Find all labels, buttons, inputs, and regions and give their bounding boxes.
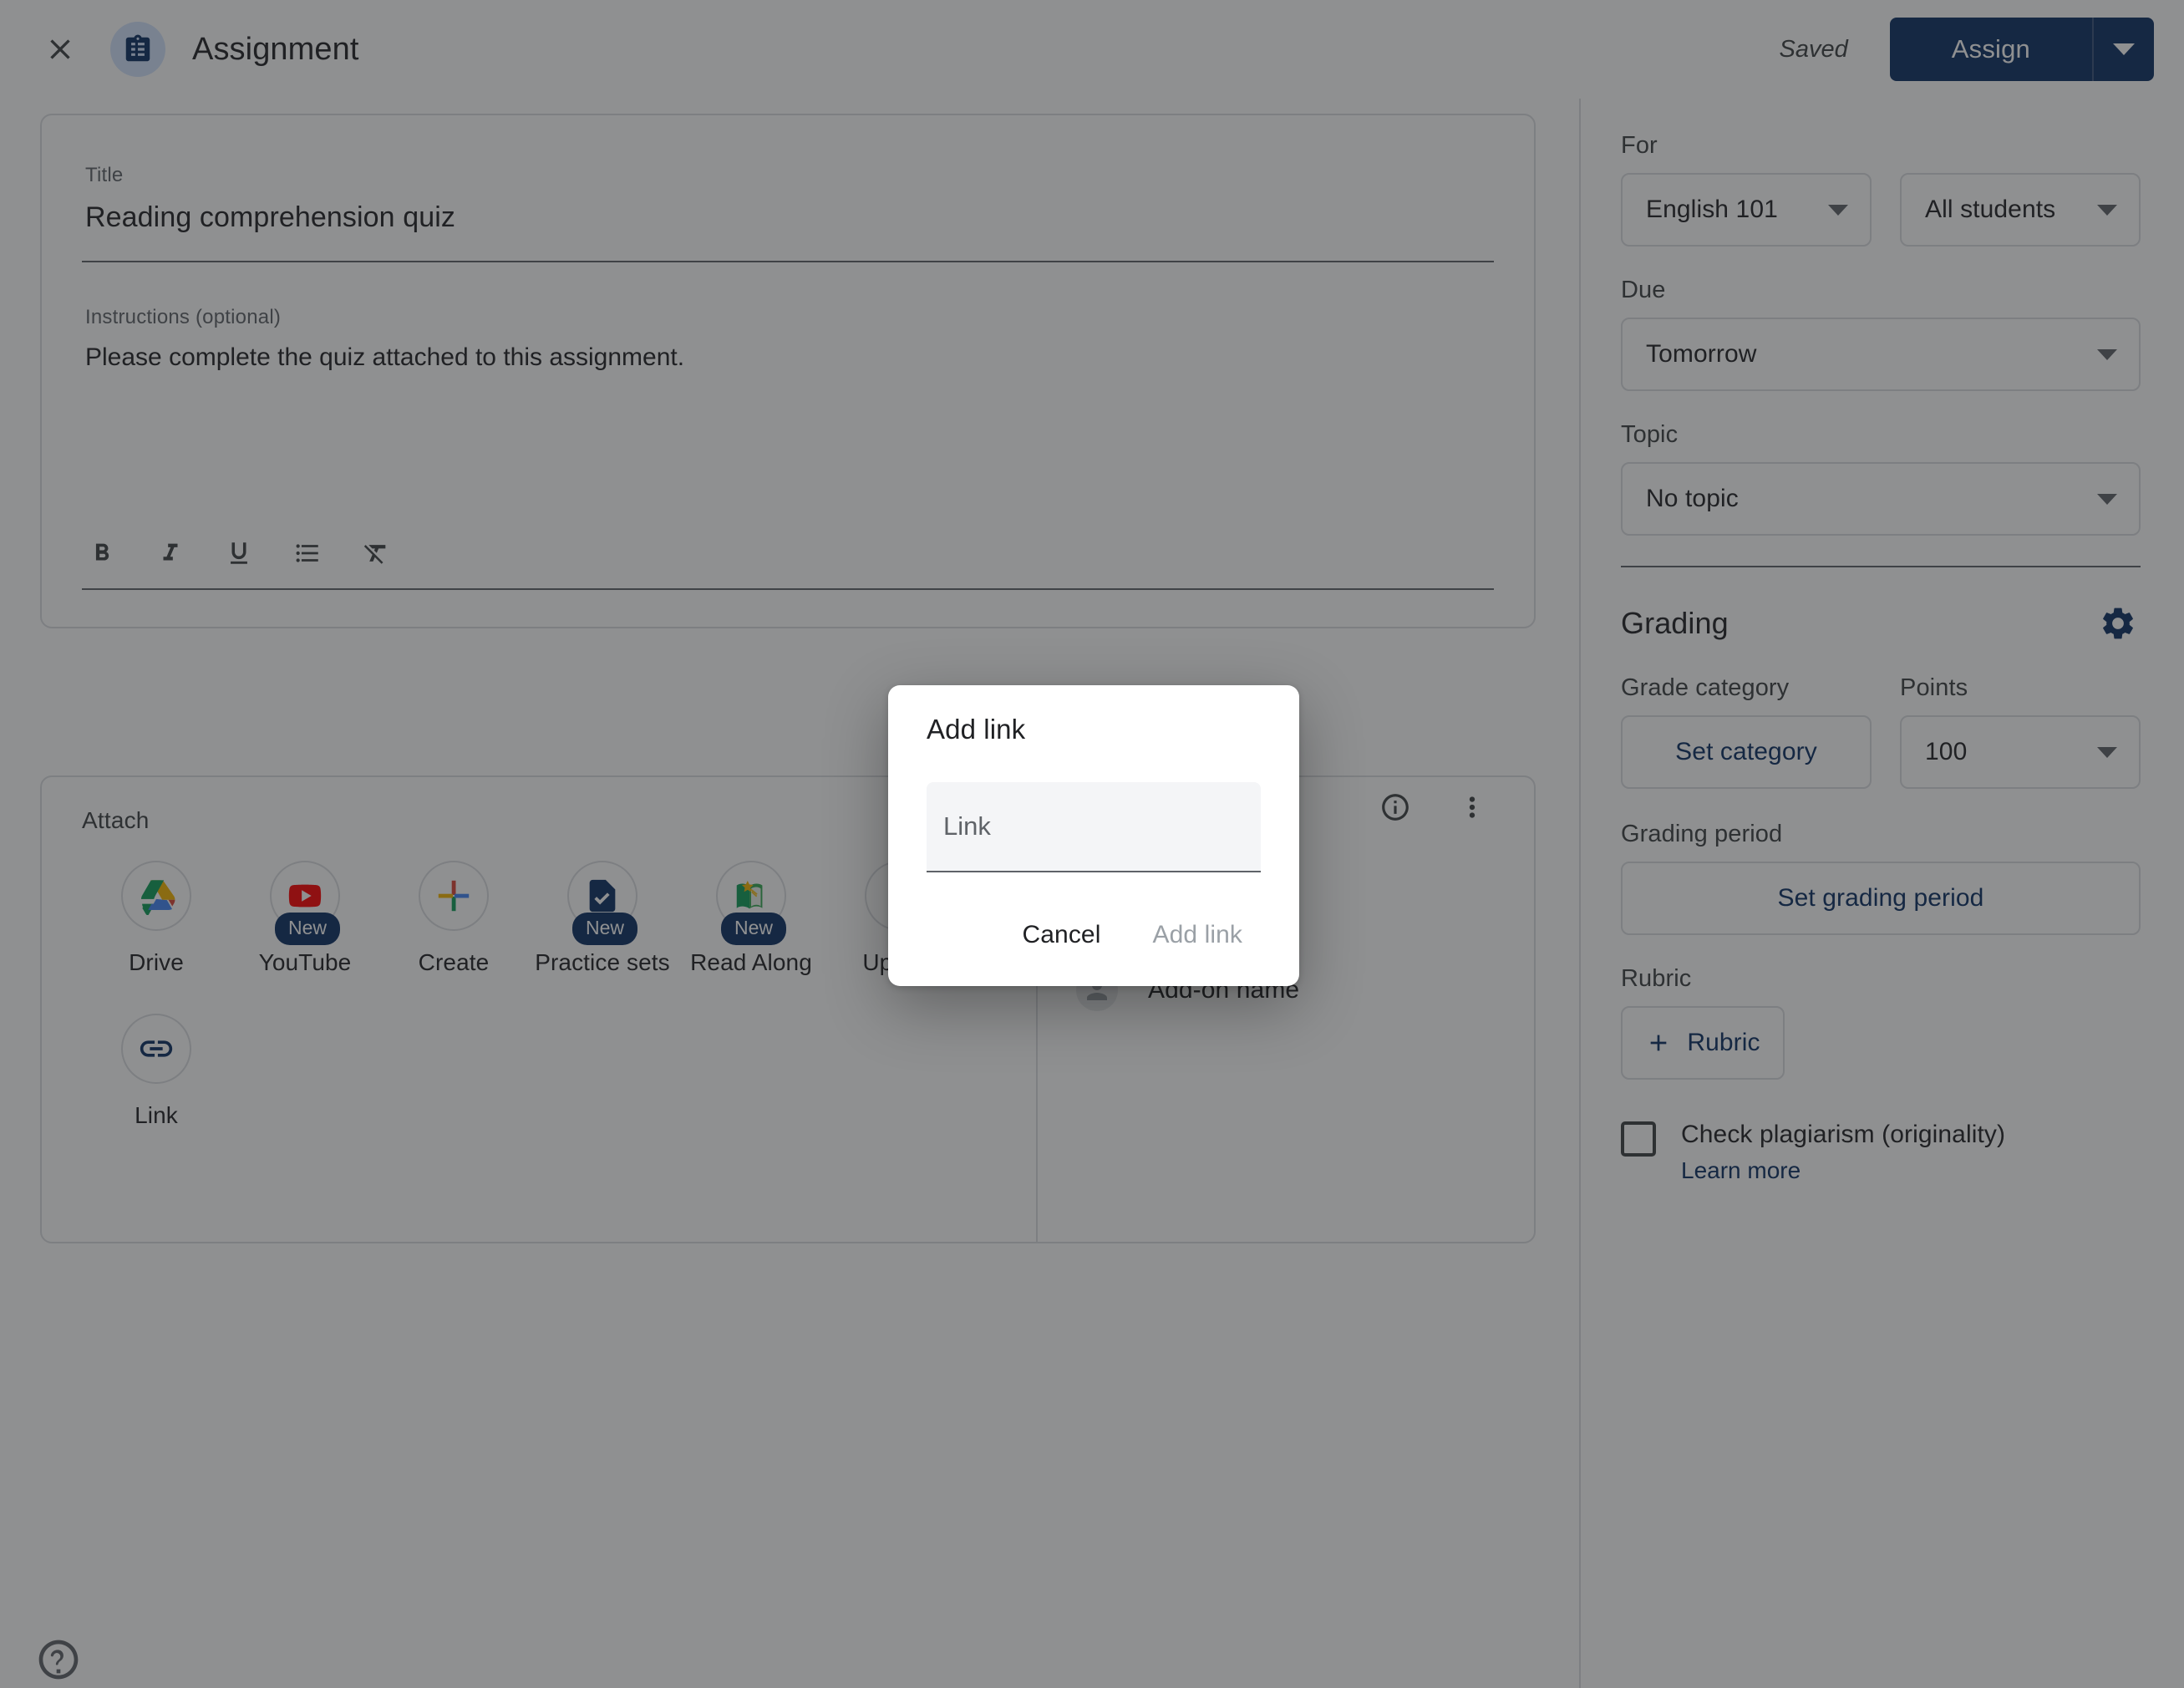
link-input-placeholder: Link xyxy=(943,811,991,841)
link-input-wrapper[interactable]: Link xyxy=(927,782,1261,872)
dialog-title: Add link xyxy=(927,714,1026,745)
dialog-actions: Cancel Add link xyxy=(927,909,1261,961)
add-link-confirm-button[interactable]: Add link xyxy=(1134,909,1261,961)
add-link-dialog: Add link Link Cancel Add link xyxy=(888,685,1299,986)
cancel-button[interactable]: Cancel xyxy=(1003,909,1119,961)
